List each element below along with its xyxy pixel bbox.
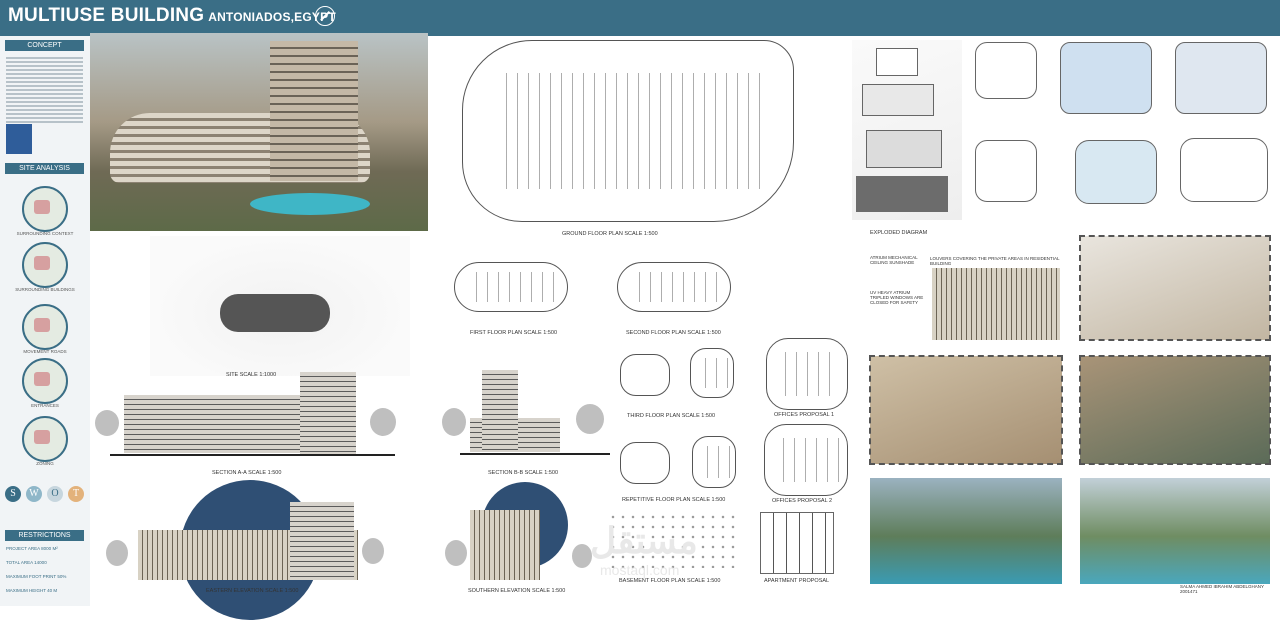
facade-detail-render xyxy=(932,268,1060,340)
site-analysis-map-4 xyxy=(22,358,68,404)
southern-elevation-label: SOUTHERN ELEVATION SCALE 1:500 xyxy=(468,588,566,594)
site-plan xyxy=(150,236,410,376)
site-label: SITE SCALE 1:1000 xyxy=(226,372,277,378)
exploded-diagram-label: EXPLODED DIAGRAM xyxy=(870,230,928,236)
section-aa-label: SECTION A-A SCALE 1:500 xyxy=(212,470,282,476)
title-main: MULTIUSE BUILDING xyxy=(8,5,205,26)
massing-step xyxy=(1180,138,1268,202)
tree-icon xyxy=(442,408,466,436)
offices-proposal-1-label: OFFICES PROPOSAL 1 xyxy=(774,412,835,418)
ground-floor-label: GROUND FLOOR PLAN SCALE 1:500 xyxy=(562,231,658,237)
exploded-layer xyxy=(876,48,918,76)
repetitive-floor-label: REPETITIVE FLOOR PLAN SCALE 1:500 xyxy=(622,497,726,503)
watermark-url: mostaql.com xyxy=(600,562,680,578)
third-floor-plan-a xyxy=(620,354,670,396)
ground-floor-plan xyxy=(462,40,794,222)
louvers-note: LOUVERS COVERING THE PRIVATE AREAS IN RE… xyxy=(930,256,1060,266)
massing-step xyxy=(975,140,1037,202)
site-analysis-map-3 xyxy=(22,304,68,350)
render-aerial-site xyxy=(869,355,1063,465)
watermark-logo: مستقل xyxy=(590,520,698,561)
offices-proposal-2-plan xyxy=(764,424,848,496)
offices-proposal-1-plan xyxy=(766,338,848,410)
atrium-note: ATRIUM MECHANICAL CEILING SUNSHADE xyxy=(870,255,918,265)
restriction-item: TOTAL AREA 14000 xyxy=(6,560,47,565)
section-bb-tower xyxy=(482,370,518,452)
tree-icon xyxy=(572,544,592,568)
render-terrace xyxy=(1079,235,1271,341)
repetitive-floor-plan-a xyxy=(620,442,670,484)
eastern-elevation-tower xyxy=(290,502,354,580)
second-floor-label: SECOND FLOOR PLAN SCALE 1:500 xyxy=(626,330,721,336)
massing-step xyxy=(1060,42,1152,114)
site-analysis-caption: MOVEMENT ROADS xyxy=(23,349,67,354)
swot-w: W xyxy=(26,486,42,502)
render-atrium-2 xyxy=(1080,478,1270,584)
site-analysis-map-1 xyxy=(22,186,68,232)
exploded-diagram xyxy=(852,40,962,220)
water-feature xyxy=(250,193,370,215)
second-floor-plan xyxy=(617,262,731,312)
swot-s: S xyxy=(5,486,21,502)
massing-step xyxy=(975,42,1037,99)
section-aa-ground-line xyxy=(110,454,395,456)
render-courtyard xyxy=(1079,355,1271,465)
concept-text xyxy=(6,55,83,125)
concept-heading: CONCEPT xyxy=(5,40,84,51)
render-atrium-1 xyxy=(870,478,1062,584)
exploded-layer xyxy=(856,176,948,212)
swot-o: O xyxy=(47,486,63,502)
tree-icon xyxy=(445,540,467,566)
offices-proposal-2-label: OFFICES PROPOSAL 2 xyxy=(772,498,833,504)
third-floor-label: THIRD FLOOR PLAN SCALE 1:500 xyxy=(627,413,716,419)
restriction-item: PROJECT AREA 8000 M² xyxy=(6,546,58,551)
windows-note: UV HEAVY ATRIUM TRIPLED WINDOWS ARE CLOS… xyxy=(870,290,924,305)
site-analysis-caption: SURROUNDING BUILDINGS xyxy=(15,287,75,292)
tower-building xyxy=(270,41,358,181)
site-building-footprint xyxy=(220,294,330,332)
site-analysis-caption: ZONING xyxy=(36,461,54,466)
southern-elevation-tower xyxy=(470,510,540,580)
tree-icon xyxy=(95,410,119,436)
eastern-elevation-label: EASTERN ELEVATION SCALE 1:500 xyxy=(206,588,299,594)
site-analysis-heading: SITE ANALYSIS xyxy=(5,163,84,174)
massing-step xyxy=(1175,42,1267,114)
section-bb-ground-line xyxy=(460,453,610,455)
site-analysis-caption: ENTRANCES xyxy=(31,403,59,408)
tree-icon xyxy=(106,540,128,566)
site-analysis-map-5 xyxy=(22,416,68,462)
exploded-layer xyxy=(862,84,934,116)
basement-floor-label: BASEMENT FLOOR PLAN SCALE 1:500 xyxy=(619,578,721,584)
apartment-proposal-label: APARTMENT PROPOSAL xyxy=(764,578,830,584)
first-floor-label: FIRST FLOOR PLAN SCALE 1:500 xyxy=(470,330,558,336)
restriction-item: MAXIMUM FOOT PRINT 50% xyxy=(6,574,67,579)
section-aa-tower xyxy=(300,372,356,454)
section-bb-label: SECTION B-B SCALE 1:500 xyxy=(488,470,558,476)
repetitive-floor-plan-b xyxy=(692,436,736,488)
restrictions-heading: RESTRICTIONS xyxy=(5,530,84,541)
tree-icon xyxy=(370,408,396,436)
concept-thumbnail xyxy=(6,124,32,154)
apartment-proposal-plan xyxy=(760,512,834,574)
swot-t: T xyxy=(68,486,84,502)
page-title: MULTIUSE BUILDING ANTONIADOS,EGYPT xyxy=(8,5,336,27)
tree-icon xyxy=(362,538,384,564)
author-credit: SALMA AHMED IBRAHIM ABDELGHANY 2001471 xyxy=(1180,584,1264,594)
massing-step xyxy=(1075,140,1157,204)
first-floor-plan xyxy=(454,262,568,312)
site-analysis-caption: SURROUNDING CONTEXT xyxy=(16,231,74,236)
aerial-render xyxy=(90,33,428,231)
site-analysis-map-2 xyxy=(22,242,68,288)
section-aa-podium xyxy=(124,395,304,453)
exploded-layer xyxy=(866,130,942,168)
tree-icon xyxy=(576,404,604,434)
third-floor-plan-b xyxy=(690,348,734,398)
restriction-item: MAXIMUM HEIGHT 40 M xyxy=(6,588,58,593)
north-arrow-icon xyxy=(315,6,335,26)
